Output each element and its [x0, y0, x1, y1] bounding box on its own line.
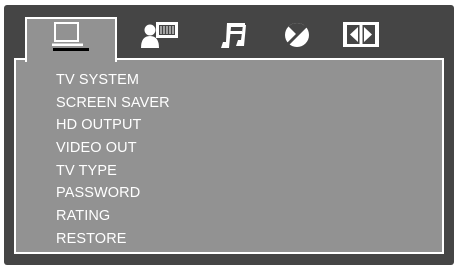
menu-item-tv-type[interactable]: TV TYPE	[56, 160, 170, 183]
split-screen-icon[interactable]	[342, 20, 382, 50]
setup-menu-list: TV SYSTEM SCREEN SAVER HD OUTPUT VIDEO O…	[56, 69, 170, 251]
menu-item-screen-saver[interactable]: SCREEN SAVER	[56, 92, 170, 115]
menu-item-restore[interactable]: RESTORE	[56, 228, 170, 251]
music-note-icon[interactable]	[218, 20, 250, 50]
menu-item-rating[interactable]: RATING	[56, 205, 170, 228]
menu-item-video-out[interactable]: VIDEO OUT	[56, 137, 170, 160]
prohibited-rating-icon[interactable]	[282, 20, 314, 50]
menu-item-tv-system[interactable]: TV SYSTEM	[56, 69, 170, 92]
menu-item-password[interactable]: PASSWORD	[56, 182, 170, 205]
menu-item-hd-output[interactable]: HD OUTPUT	[56, 114, 170, 137]
tv-screen-icon[interactable]	[52, 21, 90, 51]
user-speaker-icon[interactable]	[138, 20, 182, 50]
